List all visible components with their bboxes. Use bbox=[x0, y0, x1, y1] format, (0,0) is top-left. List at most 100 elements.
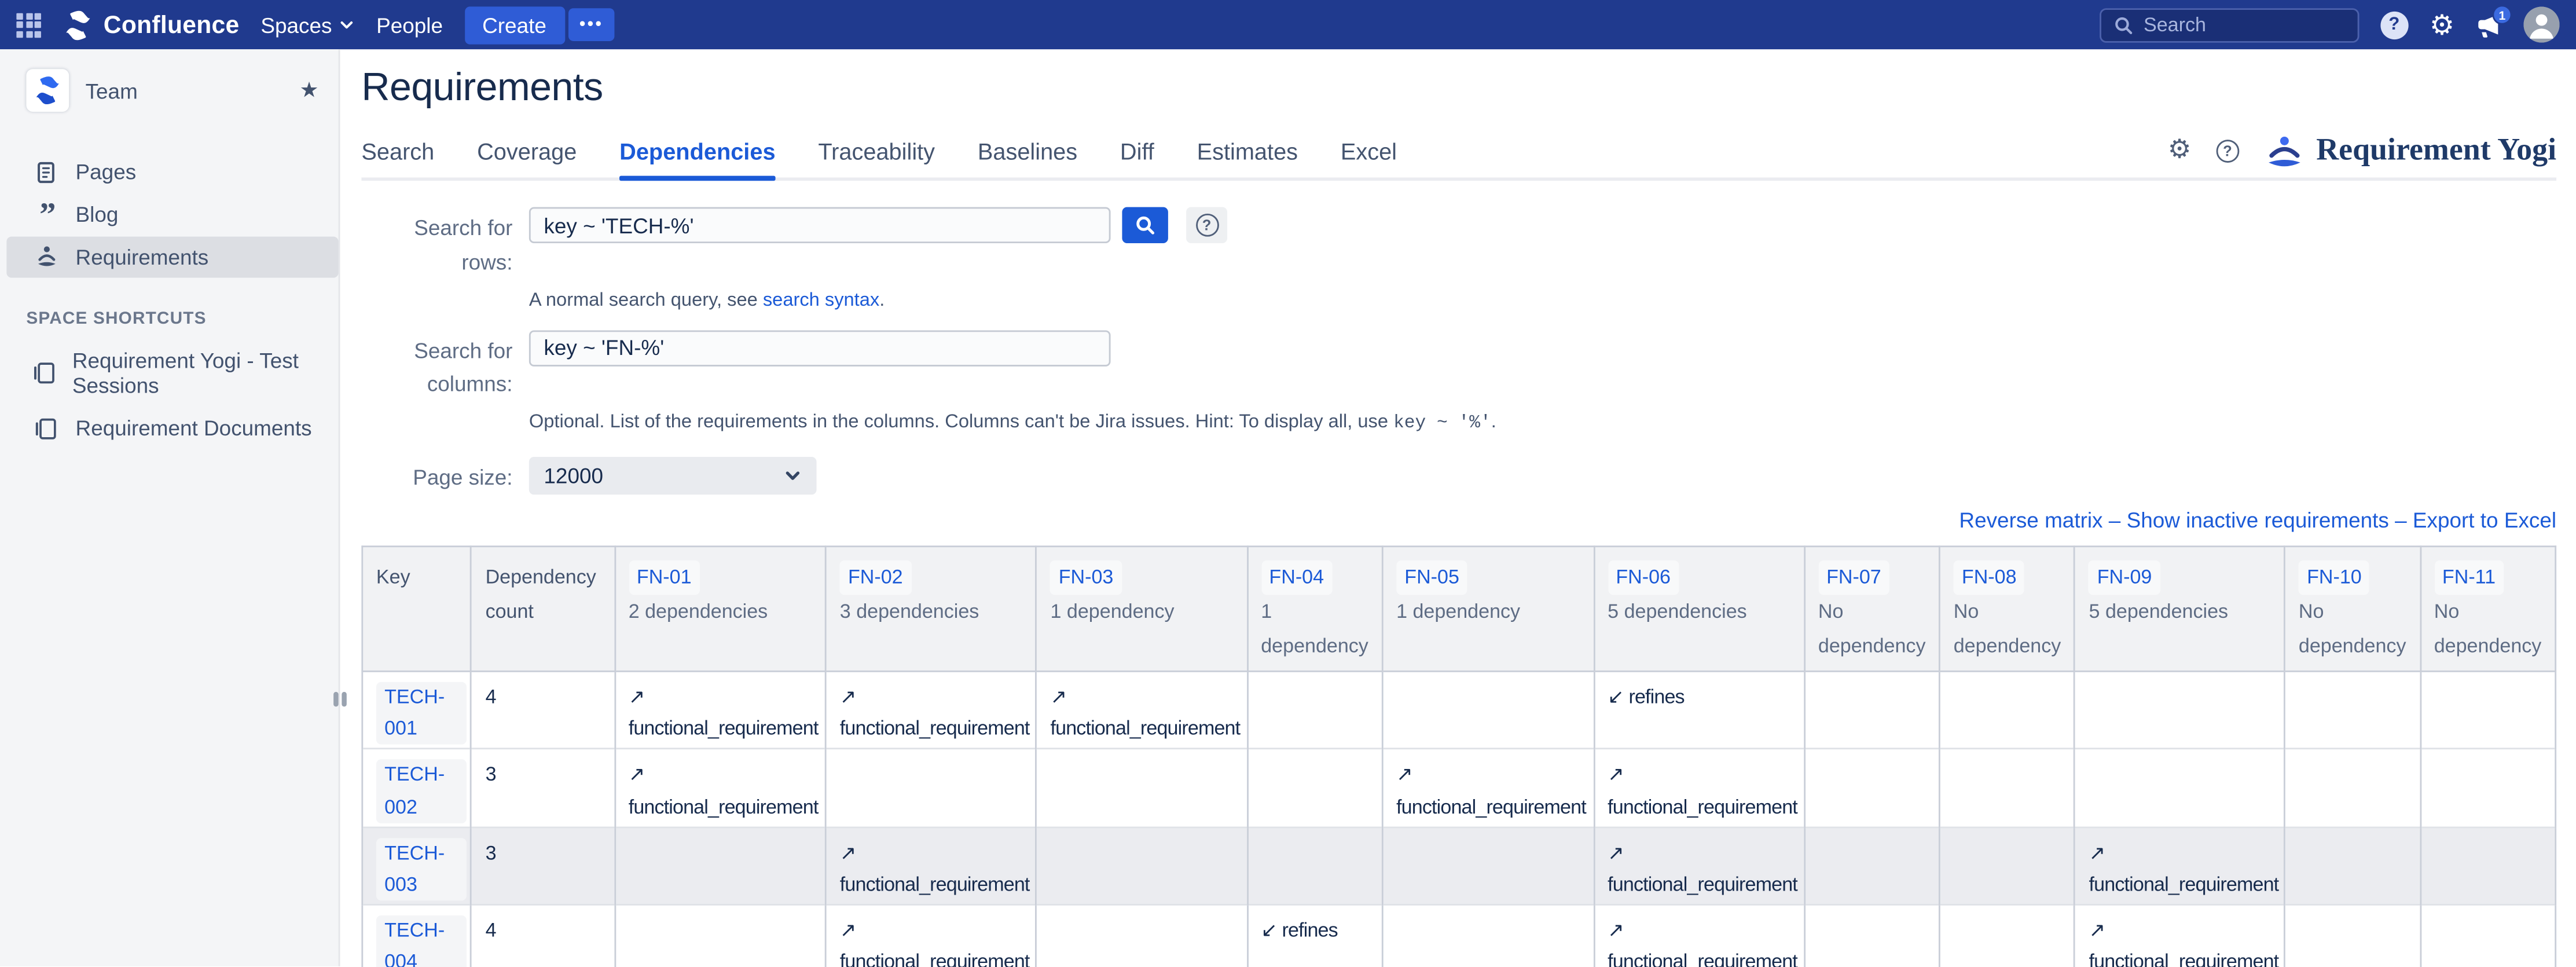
link-separator: – bbox=[2389, 508, 2413, 533]
space-shortcuts-title: SPACE SHORTCUTS bbox=[0, 279, 339, 340]
sidebar-shortcuts: Requirement Yogi - Test SessionsRequirem… bbox=[0, 340, 339, 448]
matrix-cell bbox=[1382, 905, 1594, 967]
announcements-megaphone-icon[interactable]: 1 bbox=[2476, 12, 2502, 38]
matrix-settings-gear-icon[interactable]: ⚙ bbox=[2168, 138, 2192, 164]
key-column-header: Key bbox=[362, 547, 472, 672]
fn-column-header-fn-03: FN-031 dependency bbox=[1036, 547, 1247, 672]
tab-baselines[interactable]: Baselines bbox=[978, 138, 1077, 177]
row-key-cell: TECH-002 bbox=[362, 749, 472, 827]
tab-diff[interactable]: Diff bbox=[1120, 138, 1154, 177]
help-icon[interactable]: ? bbox=[2380, 10, 2408, 38]
requirement-link-tech-001[interactable]: TECH-001 bbox=[376, 682, 467, 745]
sidebar-resize-handle[interactable] bbox=[333, 692, 346, 707]
requirement-link-fn-05[interactable]: FN-05 bbox=[1396, 561, 1467, 595]
requirement-link-fn-01[interactable]: FN-01 bbox=[629, 561, 700, 595]
table-row-tech-003: TECH-0033↗ functional_requirement↗ funct… bbox=[362, 827, 2556, 904]
requirement-link-fn-09[interactable]: FN-09 bbox=[2089, 561, 2160, 595]
table-row-tech-002: TECH-0023↗ functional_requirement↗ funct… bbox=[362, 749, 2556, 827]
fn-column-header-fn-10: FN-10No dependency bbox=[2285, 547, 2420, 672]
favourite-star-icon[interactable]: ★ bbox=[300, 77, 319, 103]
notification-badge: 1 bbox=[2492, 5, 2512, 25]
run-search-button[interactable] bbox=[1122, 207, 1168, 243]
matrix-cell bbox=[1382, 671, 1594, 749]
requirement-link-fn-07[interactable]: FN-07 bbox=[1818, 561, 1889, 595]
global-search-input[interactable] bbox=[2144, 13, 2324, 36]
matrix-cell bbox=[2420, 827, 2556, 904]
yogi-icon bbox=[2263, 134, 2305, 169]
app-switcher-icon[interactable] bbox=[16, 12, 41, 37]
requirement-yogi-logo[interactable]: Requirement Yogi bbox=[2263, 133, 2556, 169]
tab-estimates[interactable]: Estimates bbox=[1197, 138, 1298, 177]
question-icon: ? bbox=[1195, 214, 1219, 237]
tabs: Search Coverage Dependencies Traceability Ba… bbox=[361, 138, 1439, 177]
show-inactive-requirements-link[interactable]: Show inactive requirements bbox=[2127, 508, 2389, 533]
requirement-link-fn-02[interactable]: FN-02 bbox=[840, 561, 911, 595]
product-name: Confluence bbox=[104, 10, 240, 38]
fn-column-header-fn-09: FN-095 dependencies bbox=[2075, 547, 2284, 672]
search-help-button[interactable]: ? bbox=[1186, 207, 1227, 243]
requirement-link-fn-03[interactable]: FN-03 bbox=[1051, 561, 1122, 595]
requirements-icon bbox=[33, 245, 59, 270]
requirement-link-fn-08[interactable]: FN-08 bbox=[1954, 561, 2025, 595]
settings-gear-icon[interactable]: ⚙ bbox=[2430, 10, 2454, 38]
requirement-link-tech-004[interactable]: TECH-004 bbox=[376, 915, 467, 967]
export-to-excel-link[interactable]: Export to Excel bbox=[2413, 508, 2556, 533]
fn-column-header-fn-04: FN-041 dependency bbox=[1247, 547, 1382, 672]
space-sidebar: Team ★ Pages”BlogRequirements SPACE SHOR… bbox=[0, 49, 340, 966]
spaces-menu[interactable]: Spaces bbox=[260, 12, 355, 37]
create-more-button[interactable]: ••• bbox=[568, 8, 615, 41]
matrix-cell: ↗ functional_requirement bbox=[1594, 905, 1804, 967]
brand-name: Requirement Yogi bbox=[2316, 133, 2556, 169]
global-search-box[interactable] bbox=[2099, 8, 2358, 42]
chevron-down-icon bbox=[784, 467, 802, 485]
table-row-tech-001: TECH-0014↗ functional_requirement↗ funct… bbox=[362, 671, 2556, 749]
requirement-link-tech-002[interactable]: TECH-002 bbox=[376, 760, 467, 823]
requirement-link-fn-10[interactable]: FN-10 bbox=[2299, 561, 2370, 595]
page-size-select[interactable]: 12000 bbox=[529, 457, 817, 495]
matrix-cell: ↗ functional_requirement bbox=[1036, 671, 1247, 749]
fn-column-header-fn-06: FN-065 dependencies bbox=[1594, 547, 1804, 672]
avatar[interactable] bbox=[2523, 6, 2559, 42]
matrix-cell bbox=[1036, 749, 1247, 827]
fn-column-header-fn-08: FN-08No dependency bbox=[1940, 547, 2075, 672]
tab-excel[interactable]: Excel bbox=[1341, 138, 1397, 177]
matrix-cell bbox=[1940, 671, 2075, 749]
matrix-help-icon[interactable]: ? bbox=[2216, 140, 2239, 163]
column-dependency-count: No dependency bbox=[1954, 595, 2061, 664]
matrix-cell bbox=[1804, 827, 1940, 904]
sidebar-item-blog[interactable]: ”Blog bbox=[6, 194, 338, 235]
matrix-cell bbox=[1247, 827, 1382, 904]
shortcut-item-requirement-documents[interactable]: Requirement Documents bbox=[6, 408, 338, 449]
matrix-cell bbox=[1940, 905, 2075, 967]
column-dependency-count: No dependency bbox=[2434, 595, 2542, 664]
column-dependency-count: No dependency bbox=[1818, 595, 1926, 664]
matrix-cell: ↙ refines bbox=[1247, 905, 1382, 967]
reverse-matrix-link[interactable]: Reverse matrix bbox=[1959, 508, 2102, 533]
create-button[interactable]: Create bbox=[464, 6, 564, 43]
matrix-cell: ↗ functional_requirement bbox=[2075, 827, 2284, 904]
row-key-cell: TECH-003 bbox=[362, 827, 472, 904]
fn-column-header-fn-05: FN-051 dependency bbox=[1382, 547, 1594, 672]
row-dependency-count-cell: 4 bbox=[471, 905, 614, 967]
matrix-cell bbox=[1804, 671, 1940, 749]
matrix-cell bbox=[2420, 905, 2556, 967]
sidebar-item-pages[interactable]: Pages bbox=[6, 151, 338, 192]
shortcut-item-requirement-yogi-test-sessions[interactable]: Requirement Yogi - Test Sessions bbox=[6, 340, 338, 406]
tab-coverage[interactable]: Coverage bbox=[477, 138, 577, 177]
requirement-link-fn-11[interactable]: FN-11 bbox=[2434, 561, 2504, 595]
space-header[interactable]: Team ★ bbox=[0, 66, 339, 115]
sidebar-item-requirements[interactable]: Requirements bbox=[6, 237, 338, 278]
requirement-link-fn-04[interactable]: FN-04 bbox=[1261, 561, 1332, 595]
search-columns-input[interactable] bbox=[529, 329, 1111, 365]
search-rows-input[interactable] bbox=[529, 207, 1111, 243]
column-dependency-count: 5 dependencies bbox=[1608, 595, 1790, 629]
requirement-link-fn-06[interactable]: FN-06 bbox=[1608, 561, 1679, 595]
tab-traceability[interactable]: Traceability bbox=[818, 138, 935, 177]
people-menu[interactable]: People bbox=[376, 12, 443, 37]
confluence-logo[interactable]: Confluence bbox=[63, 9, 240, 41]
requirement-link-tech-003[interactable]: TECH-003 bbox=[376, 838, 467, 901]
column-dependency-count: 3 dependencies bbox=[840, 595, 1022, 629]
tab-search[interactable]: Search bbox=[361, 138, 434, 177]
tab-dependencies[interactable]: Dependencies bbox=[619, 138, 775, 177]
search-syntax-link[interactable]: search syntax bbox=[763, 290, 879, 310]
